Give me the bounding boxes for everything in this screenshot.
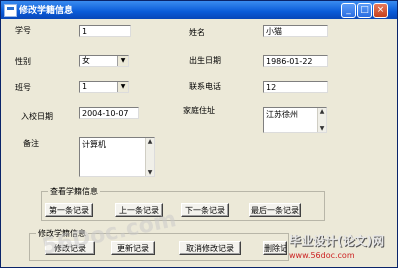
name-label: 姓名: [189, 28, 205, 37]
scroll-down-icon[interactable]: ▼: [146, 169, 154, 176]
watermark-badge-url: www.56doc.com: [289, 251, 355, 260]
app-icon: [4, 4, 17, 17]
first-record-button[interactable]: 第一条记录: [45, 203, 93, 217]
address-field[interactable]: 江苏徐州 ▲ ▼: [263, 107, 327, 133]
birthdate-field[interactable]: 1986-01-22: [263, 55, 328, 67]
chevron-down-icon[interactable]: ▼: [117, 82, 128, 92]
last-record-button[interactable]: 最后一条记录: [249, 203, 301, 217]
edit-group-caption: 修改学籍信息: [36, 228, 88, 239]
next-record-button[interactable]: 下一条记录: [181, 203, 229, 217]
modify-record-button[interactable]: 修改记录: [45, 241, 95, 255]
watermark-badge-title: 毕业设计(论文)网: [289, 234, 384, 248]
address-value: 江苏徐州: [266, 110, 298, 119]
class-select[interactable]: 1 ▼: [79, 81, 129, 93]
phone-field[interactable]: 12: [263, 81, 328, 93]
chevron-down-icon[interactable]: ▼: [117, 56, 128, 66]
gender-select[interactable]: 女 ▼: [79, 55, 129, 67]
address-scrollbar[interactable]: ▲ ▼: [317, 108, 326, 132]
title-bar[interactable]: 修改学籍信息 _ □ ×: [1, 1, 397, 19]
birthdate-label: 出生日期: [189, 56, 221, 65]
notes-value: 计算机: [82, 140, 106, 149]
watermark-badge: 毕业设计(论文)网 www.56doc.com: [287, 232, 397, 267]
notes-scrollbar[interactable]: ▲ ▼: [145, 138, 154, 176]
student-id-label: 学号: [15, 26, 31, 35]
window-title: 修改学籍信息: [19, 6, 74, 16]
class-select-value: 1: [82, 82, 88, 91]
close-button[interactable]: ×: [373, 3, 388, 18]
notes-label: 备注: [23, 139, 39, 148]
enroll-date-field[interactable]: 2004-10-07: [79, 107, 139, 119]
maximize-button[interactable]: □: [357, 3, 372, 18]
name-field[interactable]: 小猫: [263, 25, 328, 37]
student-id-field[interactable]: 1: [79, 25, 131, 37]
minimize-button[interactable]: _: [341, 3, 356, 18]
cancel-edit-button[interactable]: 取消修改记录: [179, 241, 241, 255]
class-label: 班号: [15, 83, 31, 92]
main-window: 修改学籍信息 _ □ × 学号 1 姓名 小猫 性别 女 ▼ 出生日期 1986…: [0, 0, 398, 268]
scroll-down-icon[interactable]: ▼: [318, 125, 326, 132]
gender-select-value: 女: [82, 56, 90, 65]
scroll-up-icon[interactable]: ▲: [146, 138, 154, 145]
scroll-up-icon[interactable]: ▲: [318, 108, 326, 115]
notes-field[interactable]: 计算机 ▲ ▼: [79, 137, 155, 177]
enroll-date-label: 入校日期: [21, 112, 53, 121]
prev-record-button[interactable]: 上一条记录: [115, 203, 163, 217]
address-label: 家庭住址: [183, 106, 215, 115]
gender-label: 性别: [15, 57, 31, 66]
update-record-button[interactable]: 更新记录: [111, 241, 155, 255]
delete-record-button[interactable]: 删除记录: [263, 241, 287, 255]
phone-label: 联系电话: [189, 82, 221, 91]
browse-group-caption: 查看学籍信息: [48, 186, 100, 197]
